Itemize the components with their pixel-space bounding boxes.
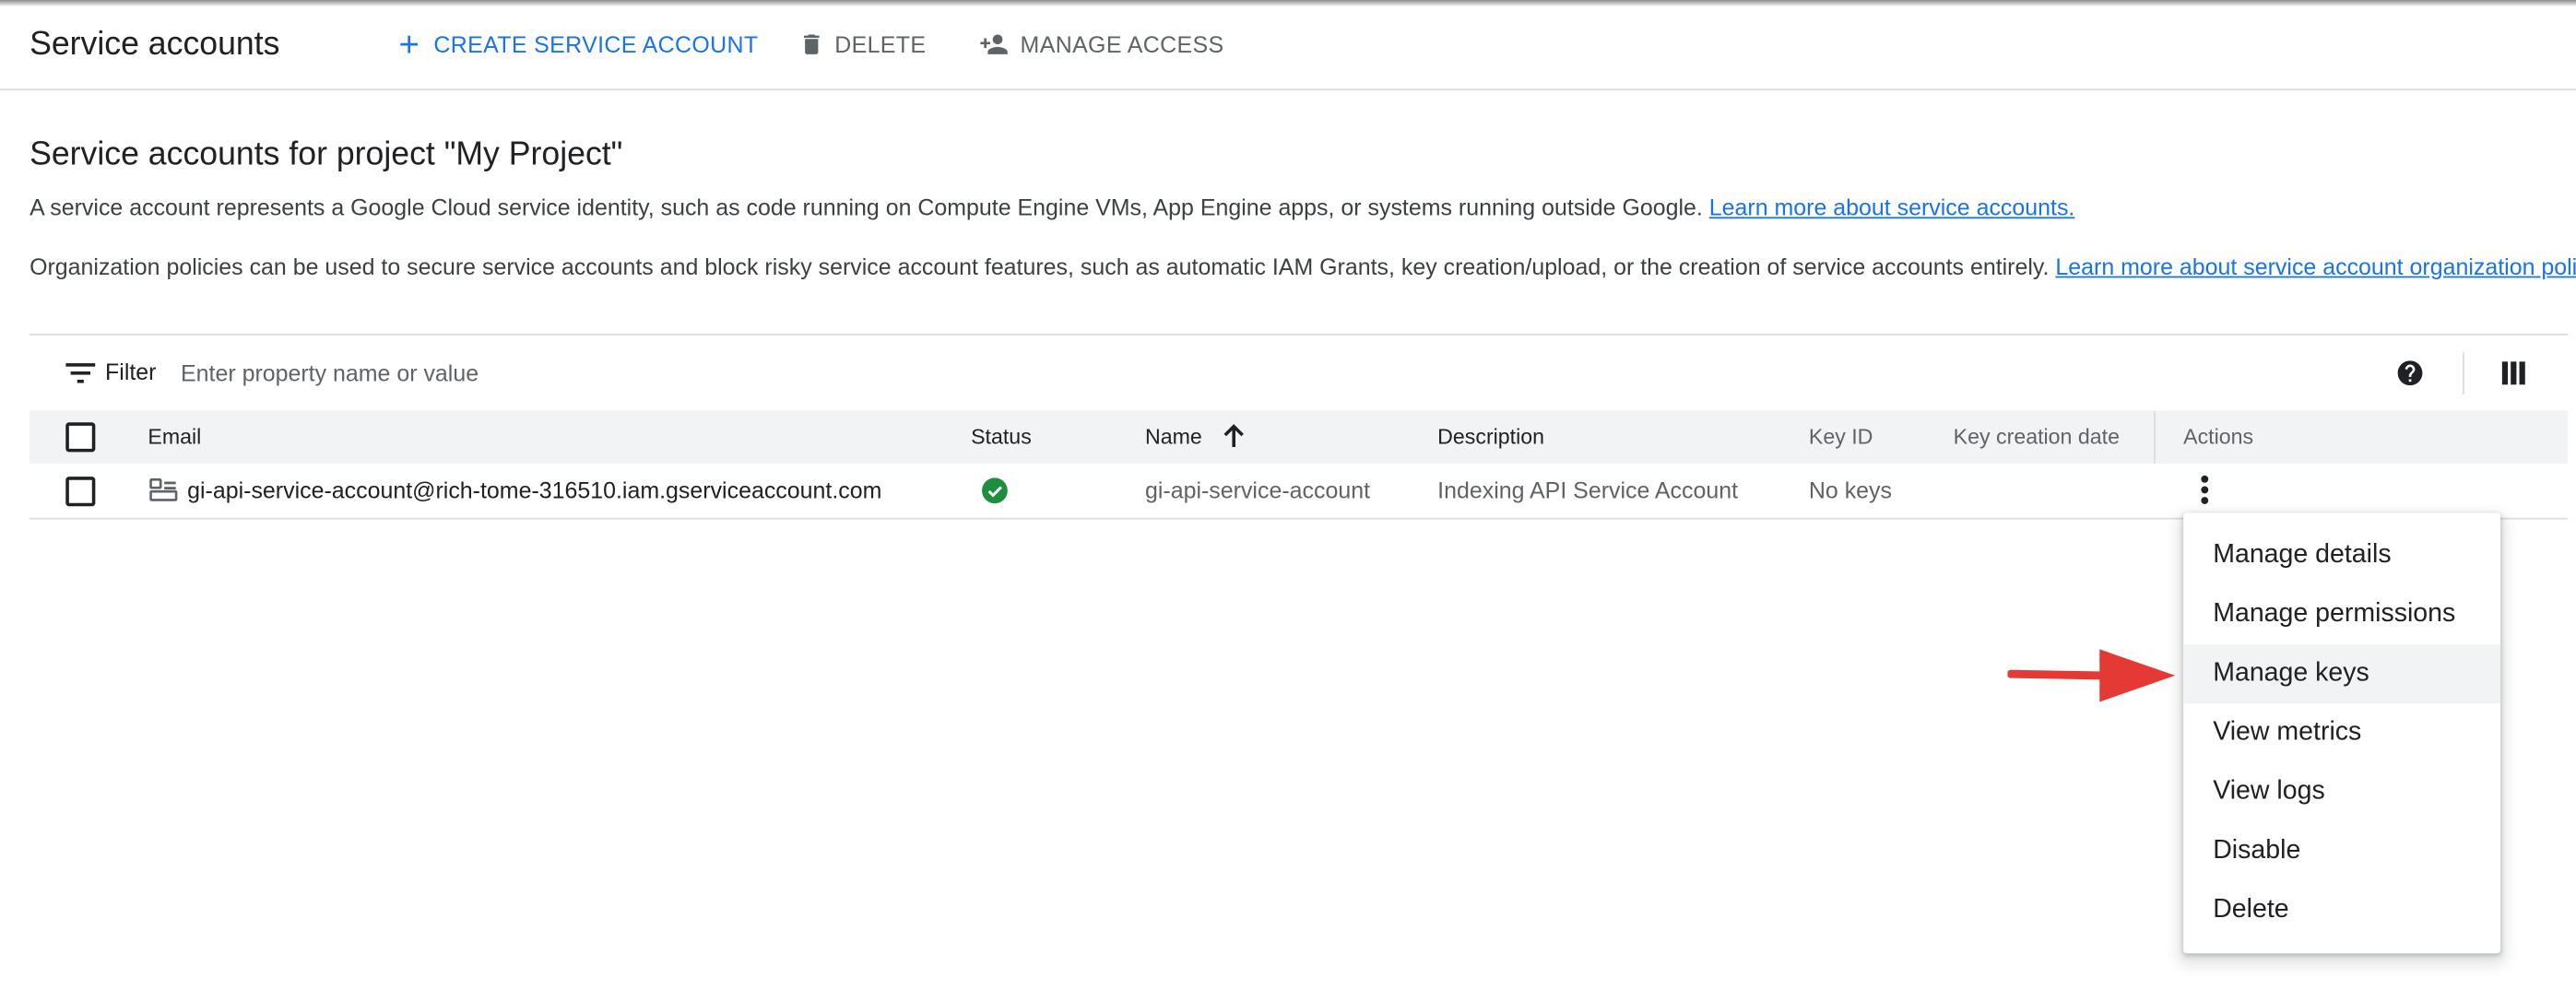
top-shadow xyxy=(0,0,2576,7)
filter-bar: Filter xyxy=(30,334,2569,413)
filter-list-icon[interactable] xyxy=(65,361,96,384)
view-column-icon[interactable] xyxy=(2500,360,2527,387)
column-key-creation-date[interactable]: Key creation date xyxy=(1954,424,2120,449)
column-email[interactable]: Email xyxy=(148,424,201,449)
menu-item-view-logs[interactable]: View logs xyxy=(2183,762,2500,821)
menu-item-view-metrics[interactable]: View metrics xyxy=(2183,703,2500,762)
menu-item-manage-permissions[interactable]: Manage permissions xyxy=(2183,585,2500,644)
learn-more-org-policies-link[interactable]: Learn more about service account organiz… xyxy=(2055,253,2576,280)
table-row: gi-api-service-account@rich-tome-316510.… xyxy=(30,463,2569,520)
select-all-checkbox[interactable] xyxy=(65,422,96,453)
manage-access-label: MANAGE ACCESS xyxy=(1020,30,1224,58)
filter-input[interactable] xyxy=(181,349,1167,396)
add-icon xyxy=(400,35,419,53)
trash-icon xyxy=(803,34,820,54)
service-accounts-page: Service accounts CREATE SERVICE ACCOUNT … xyxy=(0,0,2576,1001)
learn-more-service-accounts-link[interactable]: Learn more about service accounts. xyxy=(1709,194,2075,220)
person-add-icon xyxy=(980,34,1008,54)
row-name: gi-api-service-account xyxy=(1144,477,1371,503)
intro-paragraph-text: A service account represents a Google Cl… xyxy=(30,194,1703,220)
row-key-id: No keys xyxy=(1808,477,1892,503)
row-email[interactable]: gi-api-service-account@rich-tome-316510.… xyxy=(187,477,881,503)
column-status[interactable]: Status xyxy=(971,424,1032,449)
page-title: Service accounts xyxy=(30,26,280,63)
menu-item-delete[interactable]: Delete xyxy=(2183,881,2500,940)
table-header: Email Status Name Description Key ID Key… xyxy=(30,410,2569,518)
filter-bar-divider xyxy=(2463,351,2464,395)
row-actions-menu: Manage details Manage permissions Manage… xyxy=(2183,512,2501,954)
manage-access-button[interactable]: MANAGE ACCESS xyxy=(977,29,1223,59)
section-heading: Service accounts for project "My Project… xyxy=(30,136,623,173)
check-circle-icon xyxy=(982,477,1008,504)
help-circle-icon[interactable] xyxy=(2395,359,2425,388)
intro-paragraph: A service account represents a Google Cl… xyxy=(30,194,2074,220)
org-policy-paragraph-text: Organization policies can be used to sec… xyxy=(30,253,2050,280)
column-name[interactable]: Name xyxy=(1145,424,1202,449)
column-description[interactable]: Description xyxy=(1437,424,1544,449)
menu-item-disable[interactable]: Disable xyxy=(2183,822,2500,881)
arrow-up-icon[interactable] xyxy=(1223,422,1246,449)
org-policy-paragraph: Organization policies can be used to sec… xyxy=(30,253,2576,280)
create-service-account-button[interactable]: CREATE SERVICE ACCOUNT xyxy=(395,29,759,59)
filter-label: Filter xyxy=(105,358,157,385)
delete-label: DELETE xyxy=(834,30,927,58)
annotation-arrow xyxy=(2007,649,2176,702)
service-account-icon xyxy=(149,477,178,501)
column-key-id[interactable]: Key ID xyxy=(1809,424,1873,449)
row-description: Indexing API Service Account xyxy=(1437,477,1739,503)
menu-item-manage-keys[interactable]: Manage keys xyxy=(2183,644,2501,704)
column-actions: Actions xyxy=(2183,424,2254,449)
row-checkbox[interactable] xyxy=(65,477,96,507)
delete-button[interactable]: DELETE xyxy=(798,29,926,59)
toolbar: Service accounts CREATE SERVICE ACCOUNT … xyxy=(0,6,2576,91)
create-service-account-label: CREATE SERVICE ACCOUNT xyxy=(433,30,759,58)
menu-item-manage-details[interactable]: Manage details xyxy=(2183,526,2500,585)
more-vert-icon[interactable] xyxy=(2193,474,2216,507)
